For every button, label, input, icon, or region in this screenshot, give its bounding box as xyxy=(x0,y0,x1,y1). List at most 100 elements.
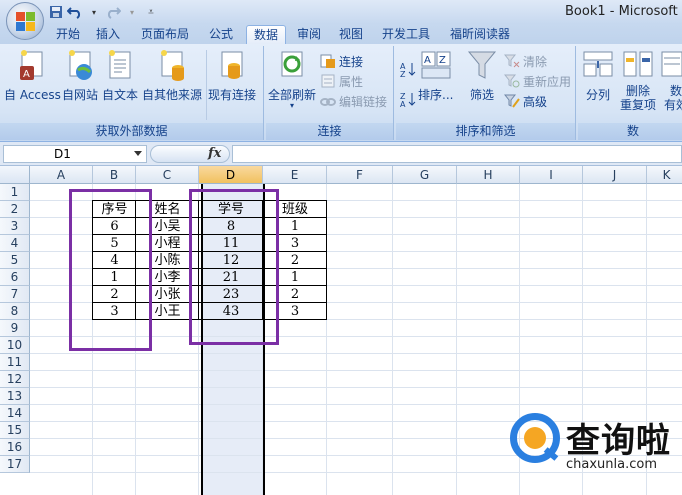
from-other-sources-button[interactable]: 自其他来源 xyxy=(142,48,202,102)
quick-access-toolbar: ▾ ▾ ⩡ xyxy=(48,4,159,20)
text-to-columns-icon xyxy=(583,51,613,77)
row-header-6[interactable]: 6 xyxy=(0,269,30,286)
undo-button[interactable] xyxy=(67,4,83,20)
window-title: Book1 - Microsoft E xyxy=(565,4,682,19)
column-header-k[interactable]: K xyxy=(647,166,682,184)
sort-button[interactable]: AZ 排序... xyxy=(418,48,453,102)
row-header-17[interactable]: 17 xyxy=(0,456,30,473)
remove-duplicates-button[interactable]: 删除 重复项 xyxy=(620,48,656,112)
group-sort-filter: AZ ZA AZ 排序... 筛选 清除 重新应用 高级 排序和筛选 xyxy=(396,46,576,140)
column-header-j[interactable]: J xyxy=(583,166,647,184)
tab-page-layout[interactable]: 页面布局 xyxy=(136,25,194,44)
svg-text:A: A xyxy=(424,55,431,66)
tab-insert[interactable]: 插入 xyxy=(92,25,124,44)
svg-text:A: A xyxy=(400,100,406,107)
redo-dropdown[interactable]: ▾ xyxy=(124,4,140,20)
column-header-c[interactable]: C xyxy=(136,166,199,184)
filter-button[interactable]: 筛选 xyxy=(466,48,498,102)
grid-hline xyxy=(30,370,682,371)
row-header-3[interactable]: 3 xyxy=(0,218,30,235)
highlight-box-student-id-column xyxy=(189,189,279,345)
reapply-icon xyxy=(504,74,520,88)
row-header-9[interactable]: 9 xyxy=(0,320,30,337)
watermark-url: chaxunla.com xyxy=(566,457,657,472)
web-globe-icon xyxy=(69,50,92,80)
undo-dropdown[interactable]: ▾ xyxy=(86,4,102,20)
row-header-14[interactable]: 14 xyxy=(0,405,30,422)
watermark-text: 查询啦 xyxy=(566,421,671,461)
column-header-g[interactable]: G xyxy=(393,166,457,184)
svg-text:Z: Z xyxy=(439,55,446,66)
undo-icon xyxy=(67,7,81,19)
column-header-a[interactable]: A xyxy=(30,166,93,184)
group-data-tools: 分列 删除 重复项 数 有效 数 xyxy=(578,46,682,140)
row-header-4[interactable]: 4 xyxy=(0,235,30,252)
row-header-2[interactable]: 2 xyxy=(0,201,30,218)
from-web-button[interactable]: 自网站 xyxy=(62,48,98,102)
column-header-d[interactable]: D xyxy=(199,166,263,184)
row-header-10[interactable]: 10 xyxy=(0,337,30,354)
column-header-e[interactable]: E xyxy=(263,166,327,184)
office-logo-icon xyxy=(16,12,36,32)
clear-filter-button[interactable]: 清除 xyxy=(504,52,547,70)
tab-foxit-reader[interactable]: 福昕阅读器 xyxy=(444,25,516,44)
remove-duplicates-icon xyxy=(623,51,653,77)
grid-vline xyxy=(392,184,393,495)
column-header-i[interactable]: I xyxy=(520,166,583,184)
tab-home[interactable]: 开始 xyxy=(52,25,84,44)
group-label-data-tools: 数 xyxy=(578,123,682,140)
tab-developer[interactable]: 开发工具 xyxy=(378,25,434,44)
formula-bar: D1 fx xyxy=(0,142,682,166)
refresh-all-button[interactable]: 全部刷新 ▾ xyxy=(268,48,316,110)
properties-button[interactable]: 属性 xyxy=(320,72,363,90)
group-label-connections: 连接 xyxy=(266,123,393,140)
tab-view[interactable]: 视图 xyxy=(334,25,368,44)
group-label-get-external-data: 获取外部数据 xyxy=(0,123,263,140)
office-button[interactable] xyxy=(6,2,44,40)
row-header-13[interactable]: 13 xyxy=(0,388,30,405)
refresh-icon xyxy=(281,51,303,77)
sort-descending-button[interactable]: ZA xyxy=(400,90,416,108)
group-get-external-data: A 自 Access 自网站 自文本 自其他来源 现有连接 获取外部数据 xyxy=(0,46,264,140)
text-to-columns-button[interactable]: 分列 xyxy=(582,48,614,102)
sort-ascending-button[interactable]: AZ xyxy=(400,60,416,78)
connections-button[interactable]: 连接 xyxy=(320,52,363,70)
row-header-7[interactable]: 7 xyxy=(0,286,30,303)
column-header-f[interactable]: F xyxy=(327,166,393,184)
column-header-h[interactable]: H xyxy=(457,166,520,184)
row-header-16[interactable]: 16 xyxy=(0,439,30,456)
from-access-button[interactable]: A 自 Access xyxy=(4,48,61,102)
chevron-down-icon[interactable] xyxy=(134,151,142,156)
row-header-11[interactable]: 11 xyxy=(0,354,30,371)
row-header-1[interactable]: 1 xyxy=(0,184,30,201)
highlight-box-serial-column xyxy=(69,189,152,351)
advanced-filter-button[interactable]: 高级 xyxy=(504,92,547,110)
row-header-8[interactable]: 8 xyxy=(0,303,30,320)
data-validation-button[interactable]: 数 有效 xyxy=(660,48,682,112)
tab-data[interactable]: 数据 xyxy=(246,25,286,44)
tab-formulas[interactable]: 公式 xyxy=(204,25,238,44)
from-text-button[interactable]: 自文本 xyxy=(102,48,138,102)
insert-function-button[interactable]: fx xyxy=(208,146,221,161)
row-header-15[interactable]: 15 xyxy=(0,422,30,439)
tab-review[interactable]: 审阅 xyxy=(292,25,326,44)
reapply-button[interactable]: 重新应用 xyxy=(504,72,571,90)
formula-input[interactable] xyxy=(232,145,682,163)
name-box[interactable]: D1 xyxy=(3,145,147,163)
save-button[interactable] xyxy=(48,4,64,20)
redo-button[interactable] xyxy=(105,4,121,20)
edit-links-button[interactable]: 编辑链接 xyxy=(320,92,387,110)
row-header-12[interactable]: 12 xyxy=(0,371,30,388)
existing-connections-button[interactable]: 现有连接 xyxy=(208,48,256,102)
access-database-icon: A xyxy=(20,50,43,80)
row-header-5[interactable]: 5 xyxy=(0,252,30,269)
data-validation-icon xyxy=(661,51,682,77)
customize-qat-button[interactable]: ⩡ xyxy=(143,4,159,20)
column-header-b[interactable]: B xyxy=(93,166,136,184)
customize-icon: ⩡ xyxy=(148,6,154,18)
group-connections: 全部刷新 ▾ 连接 属性 编辑链接 连接 xyxy=(266,46,394,140)
group-label-sort-filter: 排序和筛选 xyxy=(396,123,575,140)
chain-link-icon xyxy=(320,98,336,106)
other-sources-icon xyxy=(161,50,184,81)
select-all-button[interactable] xyxy=(0,166,30,184)
